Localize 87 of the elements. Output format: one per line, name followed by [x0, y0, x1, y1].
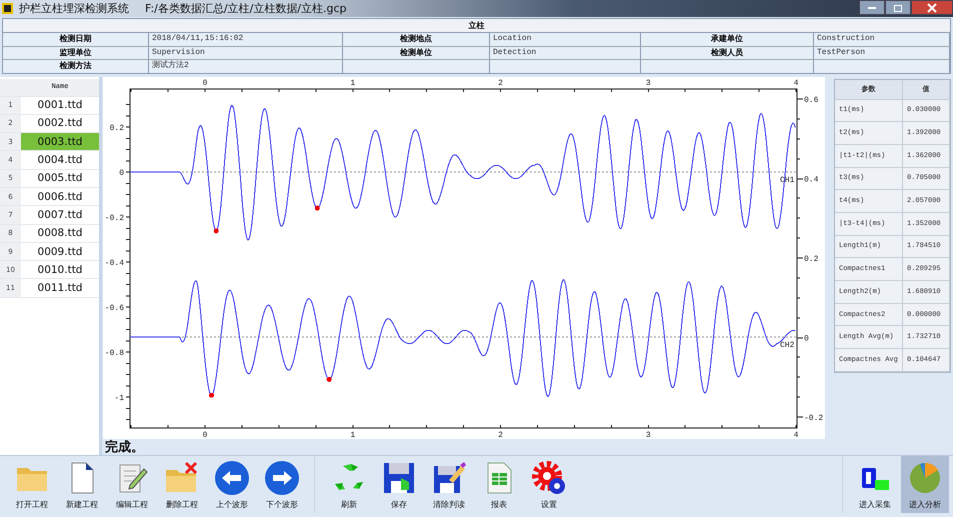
toolbar-button[interactable]: 打开工程 — [8, 456, 56, 513]
toolbar-button[interactable]: 编辑工程 — [108, 456, 156, 513]
axis-label: 2 — [498, 430, 503, 438]
peak-marker[interactable] — [314, 205, 320, 210]
close-button[interactable] — [911, 0, 953, 15]
data-acquisition-icon — [862, 468, 889, 490]
channel-label: CH2 — [780, 340, 794, 350]
axis-label: 0.2 — [110, 124, 124, 132]
folder-icon — [17, 468, 47, 490]
axis-label: -0.2 — [804, 414, 824, 422]
file-item[interactable]: 0007.ttd — [21, 206, 99, 224]
gear-icon — [532, 460, 565, 494]
app-icon — [2, 3, 13, 14]
peak-marker[interactable] — [326, 376, 332, 382]
window-title: 护栏立柱埋深检测系统 — [19, 1, 129, 16]
field-label: 检测方法 — [3, 60, 149, 72]
axis-label: 0 — [804, 334, 809, 343]
toolbar-button[interactable]: 保存 — [375, 456, 423, 513]
field-value: 2018/04/11,15:16:02 — [149, 33, 343, 46]
peak-marker[interactable] — [214, 228, 219, 233]
edit-document-icon — [120, 464, 148, 492]
toolbar-button[interactable]: 设置 — [525, 456, 573, 513]
field-label: 检测日期 — [3, 33, 149, 46]
file-item[interactable]: 0005.ttd — [21, 170, 99, 187]
axis-label: 3 — [646, 78, 651, 88]
axis-label: 1 — [350, 78, 356, 88]
folder-delete-icon — [166, 461, 198, 492]
axis-label: -0.6 — [104, 304, 124, 312]
file-item[interactable]: 0001.ttd — [21, 96, 99, 114]
toolbar-button[interactable]: 进入分析 — [901, 456, 949, 513]
toolbar-button[interactable]: 刷新 — [325, 456, 373, 513]
toolbar-button[interactable]: 清除判读 — [425, 456, 473, 513]
minimize-icon — [868, 6, 876, 8]
axis-label: -1 — [114, 394, 124, 402]
spreadsheet-icon — [488, 462, 512, 493]
maximize-button[interactable] — [885, 0, 911, 15]
axis-label: 4 — [794, 78, 798, 88]
axis-label: 0.6 — [804, 96, 818, 104]
field-value: Detection — [490, 46, 641, 59]
axis-label: 0 — [202, 430, 208, 438]
toolbar-button[interactable]: 删除工程 — [158, 456, 206, 513]
field-value: Supervision — [149, 46, 343, 59]
axis-label: 0 — [119, 168, 124, 178]
axis-label: 0.2 — [804, 254, 818, 264]
axis-label: 2 — [498, 78, 503, 88]
axis-label: -0.4 — [104, 258, 124, 268]
file-item[interactable]: 0010.ttd — [21, 261, 99, 278]
document-icon — [72, 462, 94, 493]
axis-label: 0 — [202, 78, 208, 88]
field-value: Construction — [814, 33, 950, 46]
file-item[interactable]: 0011.ttd — [21, 279, 99, 297]
field-label: 监理单位 — [3, 46, 149, 59]
axis-label: -0.8 — [104, 348, 124, 358]
file-item[interactable]: 0004.ttd — [21, 151, 99, 169]
field-value: TestPerson — [814, 46, 950, 59]
field-label: 检测地点 — [343, 33, 490, 46]
close-icon — [927, 2, 937, 12]
save-icon — [384, 462, 414, 492]
field-label: 承建单位 — [641, 33, 814, 46]
field-label: 检测人员 — [641, 46, 814, 59]
file-item[interactable]: 0006.ttd — [21, 188, 99, 206]
file-item[interactable]: 0008.ttd — [21, 224, 99, 242]
axis-label: 1 — [350, 430, 356, 438]
field-value: 测试方法2 — [149, 60, 343, 72]
toolbar-button[interactable]: 上个波形 — [208, 456, 256, 513]
toolbar-button[interactable]: 新建工程 — [58, 456, 106, 513]
file-item[interactable]: 0003.ttd — [21, 133, 99, 150]
field-value: Location — [490, 33, 641, 46]
file-item[interactable]: 0002.ttd — [21, 114, 99, 132]
peak-marker[interactable] — [209, 392, 214, 398]
maximize-icon — [893, 2, 903, 12]
field-label: 检测单位 — [343, 46, 490, 59]
toolbar-button[interactable]: 报表 — [475, 456, 523, 513]
save-brush-icon — [434, 462, 466, 492]
status-text: 完成。 — [104, 438, 145, 456]
minimize-button[interactable] — [859, 0, 885, 15]
axis-label: 4 — [794, 430, 798, 438]
axis-label: 0.4 — [804, 175, 818, 184]
toolbar-button[interactable]: 下个波形 — [258, 456, 306, 513]
file-item[interactable]: 0009.ttd — [21, 242, 99, 260]
axis-label: -0.2 — [104, 214, 124, 222]
refresh-icon — [335, 464, 363, 490]
table-title: 立柱 — [3, 19, 950, 33]
pie-chart-icon — [910, 462, 940, 492]
toolbar-button[interactable]: 进入采集 — [851, 456, 899, 513]
axis-label: 3 — [646, 430, 651, 438]
file-path: F:/各类数据汇总/立柱/立柱数据/立柱.gcp — [145, 1, 347, 16]
